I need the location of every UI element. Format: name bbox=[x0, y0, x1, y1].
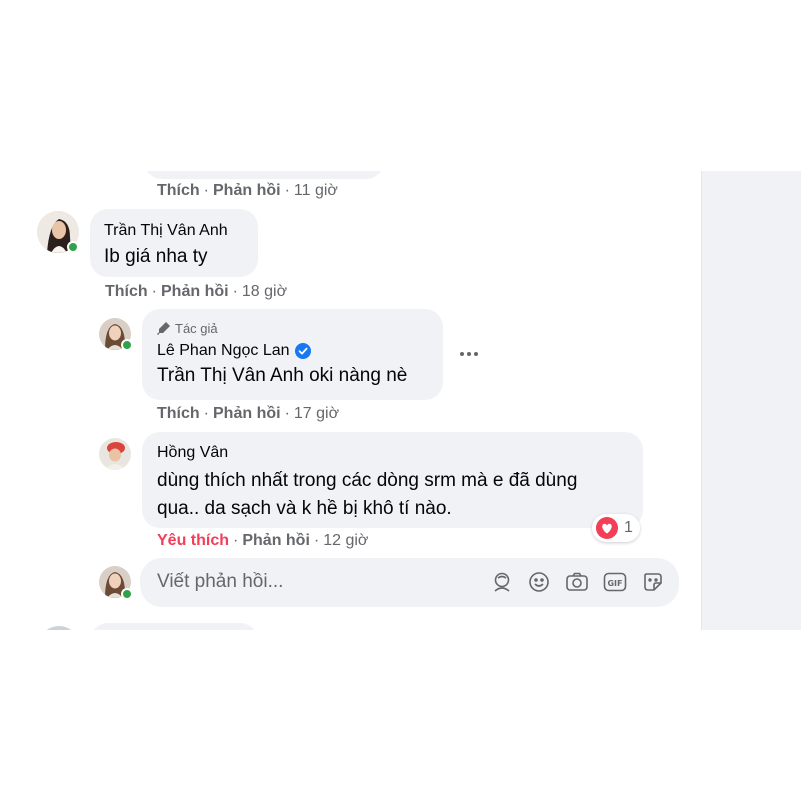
sticker-icon[interactable] bbox=[640, 569, 666, 595]
timestamp[interactable]: 11 giờ bbox=[294, 182, 338, 199]
comment-author[interactable]: Hồng Vân bbox=[157, 443, 628, 463]
mention-link[interactable]: Trần Thị Vân Anh bbox=[157, 365, 304, 386]
comments-panel: Thích · Phản hồi · 11 giờ Trần Thị Vân Anh I… bbox=[14, 171, 701, 630]
microphone-icon bbox=[157, 321, 171, 335]
comment-actions: Thích · Phản hồi · 18 giờ bbox=[105, 283, 288, 300]
comment-actions: Yêu thích · Phản hồi · 12 giờ bbox=[157, 532, 369, 549]
reply-link[interactable]: Phản hồi bbox=[213, 405, 281, 422]
reaction-count[interactable]: 1 bbox=[592, 514, 640, 542]
avatar-hong-van[interactable] bbox=[99, 438, 131, 470]
like-link[interactable]: Thích bbox=[157, 405, 200, 422]
love-link[interactable]: Yêu thích bbox=[157, 532, 229, 549]
emoji-icon[interactable] bbox=[526, 569, 552, 595]
reply-link[interactable]: Phản hồi bbox=[213, 182, 281, 199]
comment-text: Trần Thị Vân Anh oki nàng nè bbox=[157, 365, 408, 386]
comment-text-line: qua.. da sạch và k hề bị khô tí nào. bbox=[157, 498, 452, 519]
reply-input[interactable]: Viết phản hồi... bbox=[157, 571, 283, 593]
svg-text:GIF: GIF bbox=[607, 579, 622, 588]
camera-icon[interactable] bbox=[564, 569, 590, 595]
online-status-dot bbox=[67, 241, 79, 253]
timestamp[interactable]: 12 giờ bbox=[323, 532, 368, 549]
comment-bubble-next bbox=[90, 623, 258, 630]
reply-bubble: Hồng Vân dùng thích nhất trong các dòng … bbox=[142, 432, 643, 528]
love-reaction-icon bbox=[596, 517, 618, 539]
comment-bubble-partial bbox=[144, 171, 384, 179]
comment-author[interactable]: Trần Thị Vân Anh bbox=[104, 221, 244, 241]
more-options-icon[interactable] bbox=[456, 341, 482, 367]
timestamp[interactable]: 18 giờ bbox=[242, 283, 287, 300]
comment-text-line: dùng thích nhất trong các dòng srm mà e … bbox=[157, 470, 578, 491]
reply-bubble: Tác giả Lê Phan Ngọc Lan Trần Thị Vân An… bbox=[142, 309, 443, 400]
comment-actions-partial: Thích · Phản hồi · 11 giờ bbox=[157, 182, 338, 199]
gif-icon[interactable]: GIF bbox=[602, 569, 628, 595]
author-badge: Tác giả bbox=[157, 319, 428, 337]
avatar-next-comment[interactable] bbox=[38, 626, 80, 630]
reply-link[interactable]: Phản hồi bbox=[161, 283, 229, 300]
timestamp[interactable]: 17 giờ bbox=[294, 405, 339, 422]
comment-actions: Thích · Phản hồi · 17 giờ bbox=[157, 405, 340, 422]
like-link[interactable]: Thích bbox=[105, 283, 148, 300]
online-status-dot bbox=[121, 588, 133, 600]
like-link[interactable]: Thích bbox=[157, 182, 200, 199]
reply-link[interactable]: Phản hồi bbox=[242, 532, 310, 549]
online-status-dot bbox=[121, 339, 133, 351]
comment-text: Ib giá nha ty bbox=[104, 246, 208, 267]
verified-badge-icon bbox=[294, 343, 311, 359]
avatar-sticker-icon[interactable] bbox=[489, 569, 515, 595]
comment-author[interactable]: Lê Phan Ngọc Lan bbox=[157, 341, 290, 361]
reply-input-box[interactable]: Viết phản hồi... GIF bbox=[140, 558, 679, 607]
comment-bubble: Trần Thị Vân Anh Ib giá nha ty bbox=[90, 209, 258, 277]
right-sidebar bbox=[701, 171, 801, 630]
